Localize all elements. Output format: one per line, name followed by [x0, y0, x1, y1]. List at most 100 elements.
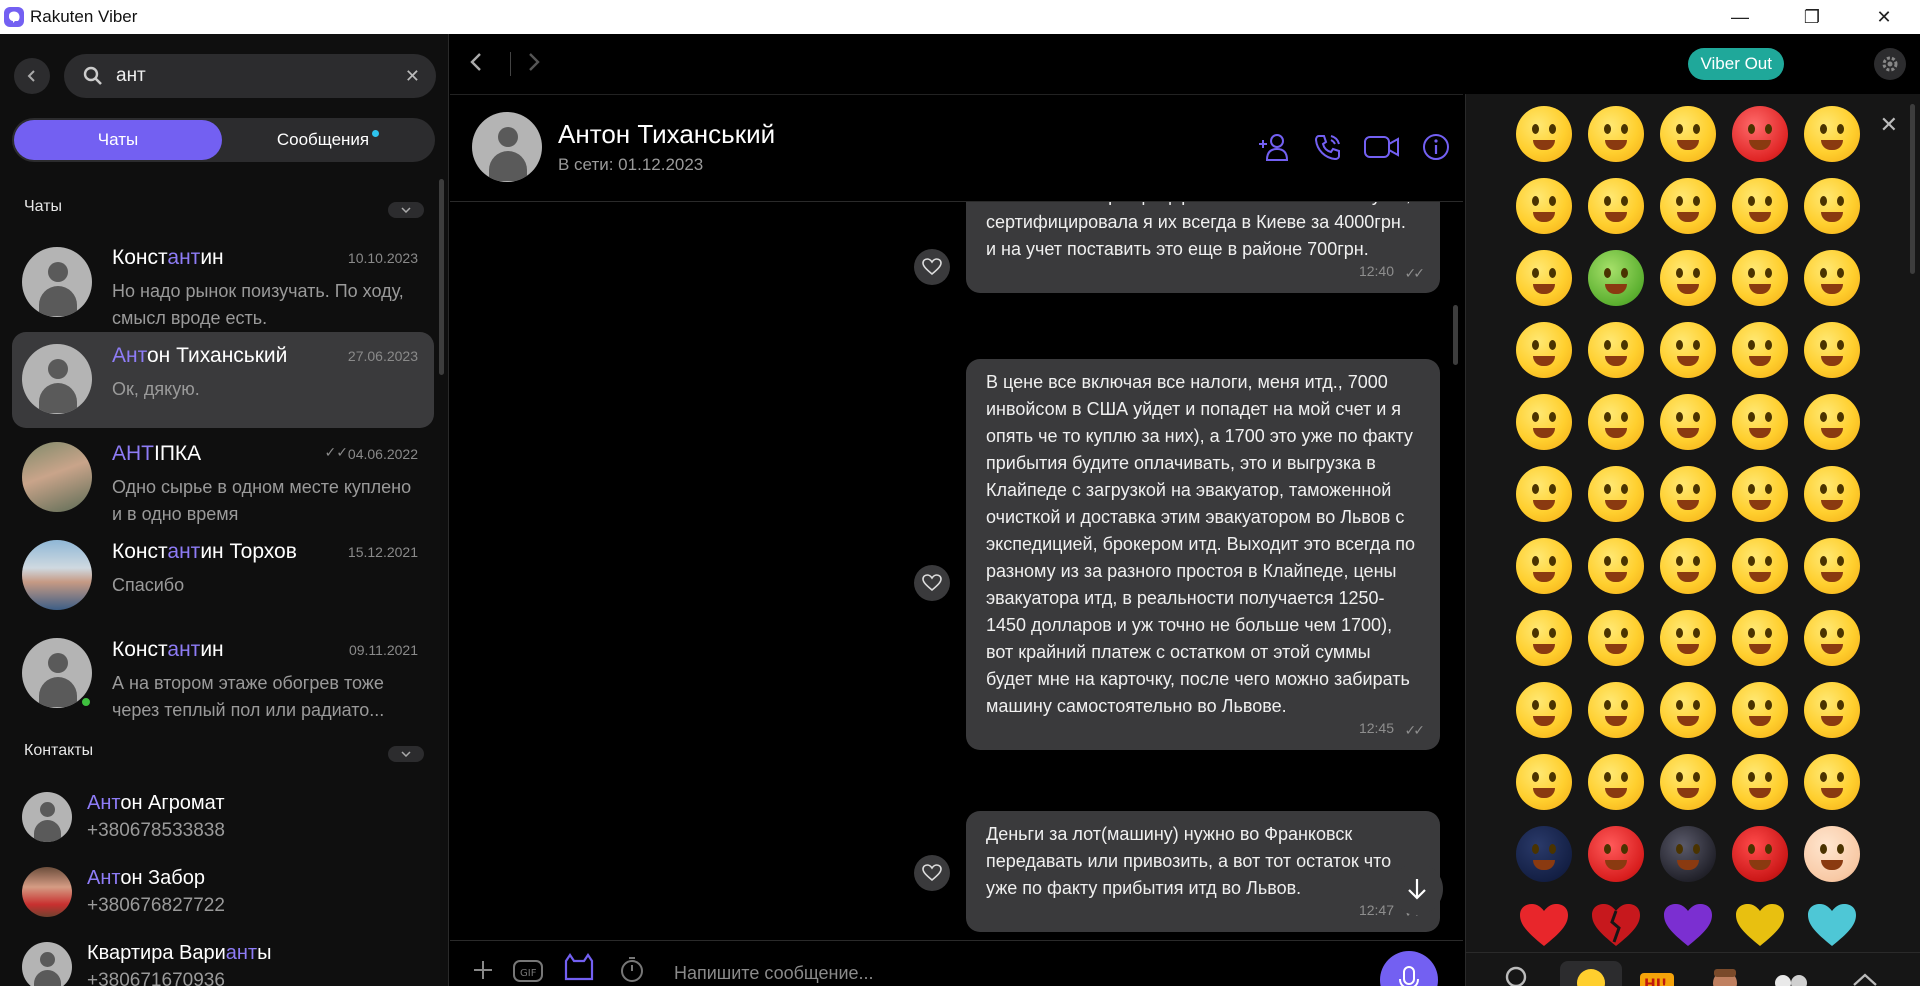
emoji-item[interactable]	[1588, 826, 1644, 882]
emoji-item[interactable]	[1588, 682, 1644, 738]
minimize-button[interactable]: —	[1704, 0, 1776, 34]
emoji-item[interactable]	[1516, 754, 1572, 810]
emoji-item[interactable]	[1660, 682, 1716, 738]
emoji-item[interactable]	[1516, 394, 1572, 450]
emoji-item[interactable]	[1732, 610, 1788, 666]
search-field[interactable]: ант ✕	[64, 54, 436, 98]
info-button[interactable]	[1409, 129, 1463, 165]
emoji-item[interactable]	[1804, 466, 1860, 522]
emoji-item[interactable]	[1804, 106, 1860, 162]
emoji-scrollbar[interactable]	[1910, 104, 1915, 274]
emoji-item[interactable]	[1660, 610, 1716, 666]
emoji-item[interactable]	[1588, 466, 1644, 522]
emoji-item[interactable]	[1732, 250, 1788, 306]
message-bubble[interactable]: В цене все включая все налоги, меня итд.…	[966, 359, 1440, 750]
sticker-pack-hi-icon[interactable]: HI!	[1634, 961, 1680, 986]
emoji-item[interactable]	[1804, 178, 1860, 234]
contact-row[interactable]: Квартира Варианты +380671670936	[12, 928, 434, 986]
emoji-item[interactable]	[1804, 610, 1860, 666]
like-button[interactable]	[914, 565, 950, 601]
viber-out-button[interactable]: Viber Out	[1688, 48, 1784, 80]
emoji-item[interactable]	[1804, 250, 1860, 306]
emoji-item[interactable]	[1516, 178, 1572, 234]
nav-back-button[interactable]	[468, 50, 484, 81]
collapse-chats-button[interactable]	[388, 202, 424, 218]
emoji-item[interactable]	[1732, 178, 1788, 234]
emoji-item[interactable]	[1588, 178, 1644, 234]
sticker-icon[interactable]	[562, 953, 596, 983]
nav-forward-button[interactable]	[526, 50, 542, 81]
chevron-up-icon[interactable]	[1842, 961, 1888, 986]
emoji-item[interactable]	[1804, 826, 1860, 882]
message-input[interactable]: Напишите сообщение...	[674, 963, 874, 984]
left-scrollbar[interactable]	[439, 179, 444, 375]
conversation-scrollbar[interactable]	[1453, 305, 1458, 365]
emoji-item[interactable]	[1516, 538, 1572, 594]
contact-row[interactable]: Антон Агромат +380678533838	[12, 778, 434, 850]
emoji-item[interactable]	[1588, 538, 1644, 594]
red-heart-icon[interactable]	[1518, 902, 1570, 948]
emoji-item[interactable]	[1660, 538, 1716, 594]
emoji-item[interactable]	[1588, 250, 1644, 306]
emoji-item[interactable]	[1588, 610, 1644, 666]
emoji-item[interactable]	[1588, 394, 1644, 450]
like-button[interactable]	[914, 249, 950, 285]
emoji-item[interactable]	[1660, 106, 1716, 162]
close-emoji-panel-button[interactable]: ✕	[1880, 112, 1898, 138]
emoji-item[interactable]	[1732, 538, 1788, 594]
emoji-item[interactable]	[1660, 178, 1716, 234]
purple-heart-icon[interactable]	[1662, 902, 1714, 948]
emoji-item[interactable]	[1588, 322, 1644, 378]
emoji-item[interactable]	[1804, 682, 1860, 738]
emoji-item[interactable]	[1804, 754, 1860, 810]
emoji-item[interactable]	[1660, 754, 1716, 810]
call-button[interactable]	[1301, 129, 1355, 165]
message-bubble[interactable]: Деньги за лот(машину) нужно во Франковск…	[966, 811, 1440, 932]
emoji-item[interactable]	[1804, 394, 1860, 450]
emoji-item[interactable]	[1660, 250, 1716, 306]
plus-icon[interactable]	[472, 959, 494, 981]
chat-row-active[interactable]: Антон Тиханський 27.06.2023 Ок, дякую.	[12, 332, 434, 428]
emoji-item[interactable]	[1804, 322, 1860, 378]
chat-row[interactable]: Константин Торхов 15.12.2021 Спасибо	[12, 528, 434, 624]
contact-avatar[interactable]	[472, 112, 542, 182]
emoji-item[interactable]	[1804, 538, 1860, 594]
settings-button[interactable]	[1874, 48, 1906, 80]
yellow-heart-icon[interactable]	[1734, 902, 1786, 948]
sticker-pack-character-icon[interactable]	[1702, 961, 1748, 986]
sticker-pack-group-icon[interactable]	[1768, 961, 1814, 986]
emoji-item[interactable]	[1516, 826, 1572, 882]
emoji-item[interactable]	[1516, 106, 1572, 162]
tab-chats[interactable]: Чаты	[14, 120, 222, 160]
gif-icon[interactable]: GIF	[512, 955, 544, 983]
blue-heart-icon[interactable]	[1806, 902, 1858, 948]
back-button[interactable]	[14, 58, 50, 94]
emoji-item[interactable]	[1732, 322, 1788, 378]
chat-row[interactable]: АНТІПКА ✓✓ 04.06.2022 Одно сырье в одном…	[12, 430, 434, 526]
search-input[interactable]: ант	[116, 65, 405, 87]
emoji-item[interactable]	[1588, 106, 1644, 162]
emoji-item[interactable]	[1516, 466, 1572, 522]
collapse-contacts-button[interactable]	[388, 746, 424, 762]
emoji-item[interactable]	[1516, 250, 1572, 306]
like-button[interactable]	[914, 855, 950, 891]
contact-row[interactable]: Антон Забор +380676827722	[12, 853, 434, 925]
emoji-item[interactable]	[1732, 682, 1788, 738]
emoji-item[interactable]	[1732, 394, 1788, 450]
emoji-item[interactable]	[1732, 466, 1788, 522]
broken-heart-icon[interactable]	[1590, 902, 1642, 948]
conversation-name[interactable]: Антон Тиханський	[558, 119, 775, 150]
emoji-item[interactable]	[1660, 394, 1716, 450]
scroll-to-bottom-button[interactable]	[1391, 863, 1443, 915]
emoji-item[interactable]	[1516, 610, 1572, 666]
voice-message-button[interactable]	[1380, 951, 1438, 986]
search-stickers-icon[interactable]	[1494, 961, 1540, 986]
restore-button[interactable]: ❐	[1776, 0, 1848, 34]
timer-icon[interactable]	[618, 955, 646, 983]
chat-row[interactable]: Константин 10.10.2023 Но надо рынок поиз…	[12, 234, 434, 330]
tab-messages[interactable]: Сообщения	[224, 120, 432, 160]
emoji-item[interactable]	[1588, 754, 1644, 810]
chat-row[interactable]: Константин 09.11.2021 А на втором этаже …	[12, 626, 434, 722]
emoji-item[interactable]	[1732, 754, 1788, 810]
emoji-item[interactable]	[1660, 466, 1716, 522]
